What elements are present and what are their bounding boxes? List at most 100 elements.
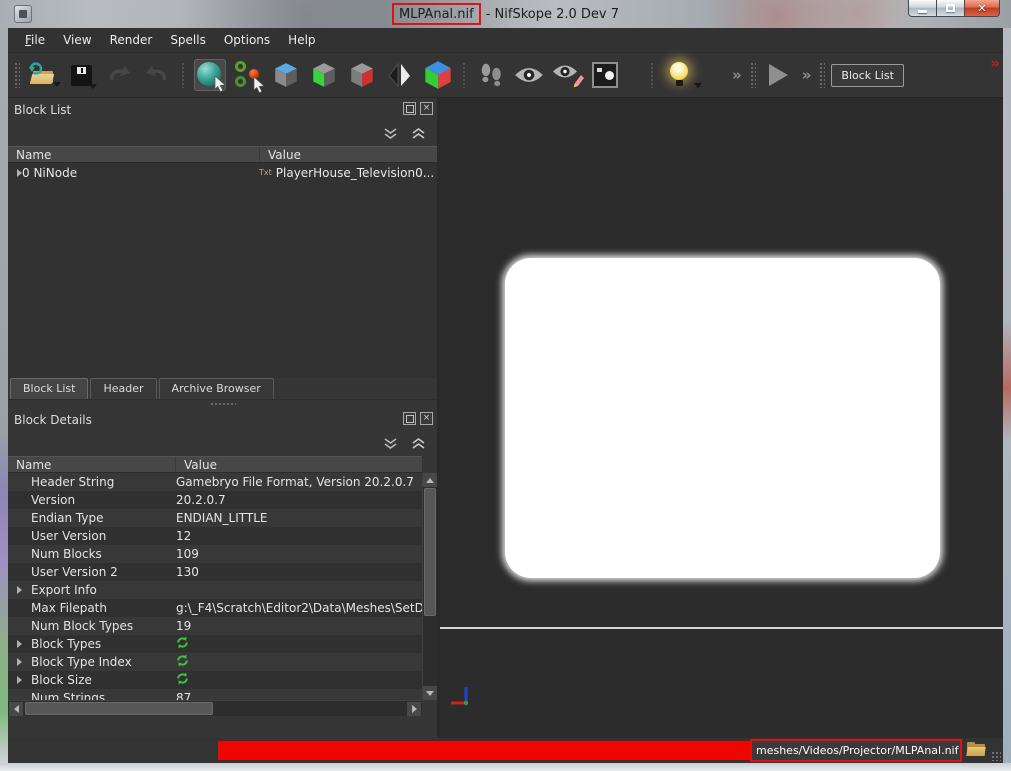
- table-row[interactable]: User Version 2130: [8, 563, 422, 581]
- cube-top-blue-button[interactable]: [270, 59, 302, 91]
- menu-file[interactable]: File: [16, 29, 54, 51]
- browse-folder-icon[interactable]: [967, 742, 986, 757]
- table-row[interactable]: Export Info: [8, 581, 422, 599]
- panel-title-text: Block List: [14, 103, 71, 117]
- toolbar-overflow-chevron-red[interactable]: »: [990, 54, 1000, 72]
- toolbar-extension-chevron[interactable]: »: [732, 66, 742, 84]
- close-panel-icon[interactable]: ×: [420, 412, 433, 425]
- horizontal-scrollbar[interactable]: [8, 700, 422, 716]
- save-dropdown-caret[interactable]: [89, 84, 97, 89]
- scroll-right-icon: [412, 705, 417, 713]
- scroll-right-button[interactable]: [407, 702, 421, 716]
- toolbar-drag-handle[interactable]: [819, 62, 825, 88]
- scroll-up-icon: [426, 478, 434, 483]
- table-row[interactable]: Block Size: [8, 671, 422, 689]
- undo-icon: [107, 63, 131, 87]
- open-reload-button[interactable]: [27, 59, 59, 91]
- tab-archive-browser[interactable]: Archive Browser: [159, 378, 274, 399]
- table-row[interactable]: Block Type Index: [8, 653, 422, 671]
- close-button[interactable]: ✕: [965, 0, 1000, 17]
- walk-footprints-button[interactable]: [475, 59, 507, 91]
- toolbar-block-list-button[interactable]: Block List: [831, 64, 903, 87]
- menu-view[interactable]: View: [54, 29, 100, 51]
- resize-grip[interactable]: [991, 751, 1001, 761]
- table-row[interactable]: Version20.2.0.7: [8, 491, 422, 509]
- expand-all-icon[interactable]: [409, 126, 427, 140]
- lightbulb-icon: [668, 61, 690, 89]
- toolbar-drag-handle[interactable]: [750, 62, 756, 88]
- vertical-scrollbar[interactable]: [422, 473, 437, 700]
- redo-icon: [145, 63, 169, 87]
- scrollbar-thumb[interactable]: [424, 488, 436, 616]
- collapse-all-icon[interactable]: [381, 436, 399, 450]
- menu-spells[interactable]: Spells: [161, 29, 215, 51]
- tab-header[interactable]: Header: [90, 378, 156, 399]
- save-icon: [71, 65, 92, 86]
- panel-splitter[interactable]: [8, 400, 437, 408]
- table-row[interactable]: Header StringGamebryo File Format, Versi…: [8, 473, 422, 491]
- play-animation-button[interactable]: [763, 59, 795, 91]
- lighting-button[interactable]: [663, 59, 695, 91]
- table-row[interactable]: Block Types: [8, 635, 422, 653]
- scroll-left-icon: [14, 705, 19, 713]
- visibility-button[interactable]: [513, 59, 545, 91]
- table-row[interactable]: User Version12: [8, 527, 422, 545]
- float-panel-icon[interactable]: [403, 412, 416, 425]
- column-header-name[interactable]: Name: [8, 147, 260, 162]
- table-row[interactable]: Num Strings87: [8, 689, 422, 700]
- block-list-panel: Block List × Name Value: [8, 98, 437, 378]
- menu-render[interactable]: Render: [101, 29, 162, 51]
- cube-front-green-icon: [310, 61, 338, 89]
- save-button[interactable]: [65, 59, 97, 91]
- rgb-cube-button[interactable]: [422, 59, 454, 91]
- toolbar-drag-handle[interactable]: [14, 62, 20, 88]
- redo-button[interactable]: [141, 59, 173, 91]
- tab-block-list[interactable]: Block List: [10, 378, 88, 399]
- cube-front-green-button[interactable]: [308, 59, 340, 91]
- float-panel-icon[interactable]: [403, 102, 416, 115]
- tv-screen-mesh[interactable]: [505, 258, 940, 578]
- cube-side-red-button[interactable]: [346, 59, 378, 91]
- block-list-panel-title: Block List ×: [8, 98, 437, 120]
- undo-button[interactable]: [103, 59, 135, 91]
- scroll-down-button[interactable]: [423, 686, 437, 700]
- minimize-button[interactable]: [908, 0, 937, 17]
- rgb-cube-icon: [423, 60, 453, 90]
- render-viewport[interactable]: [440, 98, 1003, 738]
- table-row[interactable]: Num Block Types19: [8, 617, 422, 635]
- edit-visibility-button[interactable]: [551, 59, 583, 91]
- table-row[interactable]: Num Blocks109: [8, 545, 422, 563]
- column-header-value[interactable]: Value: [176, 457, 225, 472]
- flip-normals-button[interactable]: [384, 59, 416, 91]
- select-object-button[interactable]: [194, 59, 226, 91]
- column-header-name[interactable]: Name: [8, 457, 176, 472]
- collapse-all-icon[interactable]: [381, 126, 399, 140]
- select-vertex-icon: [234, 61, 262, 89]
- expand-all-icon[interactable]: [409, 436, 427, 450]
- titlebar[interactable]: MLPAnal.nif - NifSkope 2.0 Dev 7 ✕: [0, 0, 1011, 28]
- menu-help[interactable]: Help: [279, 29, 324, 51]
- file-path-field-annotated[interactable]: meshes/Videos/Projector/MLPAnal.nif: [750, 739, 962, 762]
- screenshot-button[interactable]: [589, 59, 621, 91]
- table-row[interactable]: Endian TypeENDIAN_LITTLE: [8, 509, 422, 527]
- window-border-bottom: [0, 763, 1011, 771]
- block-value: PlayerHouse_Television0...: [276, 166, 437, 180]
- lighting-dropdown-caret[interactable]: [694, 83, 702, 88]
- array-refresh-icon: [176, 654, 189, 667]
- menu-options[interactable]: Options: [215, 29, 279, 51]
- scroll-up-button[interactable]: [423, 473, 437, 487]
- table-row[interactable]: Max Filepathg:\_F4\Scratch\Editor2\Data\…: [8, 599, 422, 617]
- open-dropdown-caret[interactable]: [53, 82, 61, 87]
- dock-tabs: Block List Header Archive Browser: [8, 378, 437, 400]
- toolbar-extension-chevron[interactable]: »: [802, 66, 812, 84]
- scroll-left-button[interactable]: [9, 702, 23, 716]
- table-row[interactable]: 0 NiNode Txt PlayerHouse_Television0...: [8, 163, 437, 182]
- close-panel-icon[interactable]: ×: [420, 102, 433, 115]
- toolbar-separator: [462, 62, 467, 88]
- axis-indicator-icon: [450, 682, 476, 708]
- column-header-value[interactable]: Value: [260, 147, 309, 162]
- select-vertex-button[interactable]: [232, 59, 264, 91]
- panel-title-text: Block Details: [14, 413, 92, 427]
- scrollbar-thumb[interactable]: [25, 702, 213, 715]
- maximize-button[interactable]: [937, 0, 965, 17]
